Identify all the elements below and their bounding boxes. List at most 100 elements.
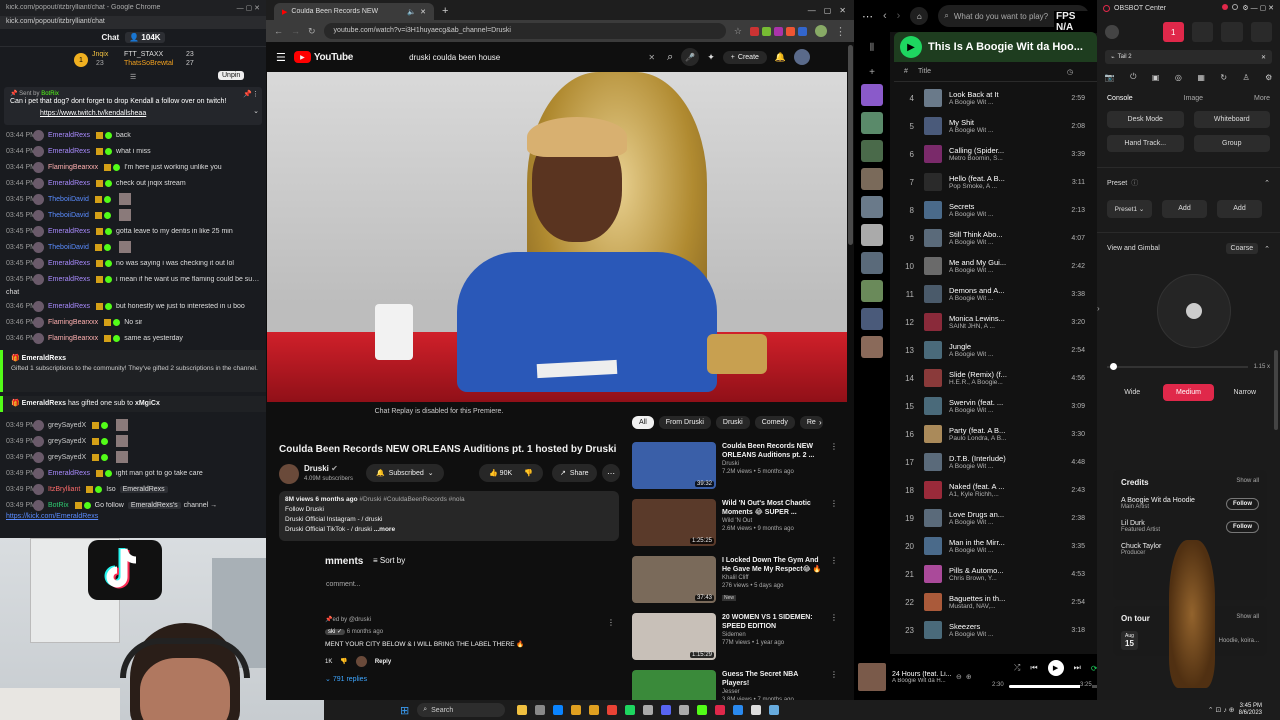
device-slot-1[interactable]: 1	[1162, 22, 1184, 42]
track-row[interactable]: 5 My Shit A Boogie Wit ... 2:08	[894, 112, 1097, 140]
track-artist[interactable]: A Boogie Wit ...	[949, 463, 1013, 470]
track-row[interactable]: 21 Pills & Automo... Chris Brown, Y... 4:53	[894, 560, 1097, 588]
speaker-icon[interactable]: 🔈	[407, 8, 416, 16]
track-artist[interactable]: A Boogie Wit ...	[949, 267, 1013, 274]
track-artist[interactable]: Paulo Londra, A B...	[949, 435, 1013, 442]
gift2-target[interactable]: xMgiCx	[135, 400, 160, 407]
chips-next-icon[interactable]: ›	[819, 418, 822, 427]
comment-author-chip[interactable]: ski ✓	[325, 629, 346, 635]
chat-avatar[interactable]	[33, 225, 44, 237]
chat-username[interactable]: greySayedX	[48, 422, 86, 429]
add-comment-input[interactable]: comment...	[326, 581, 361, 588]
library-cover[interactable]	[861, 308, 883, 330]
rec-channel[interactable]: Druski	[722, 460, 838, 468]
library-cover[interactable]	[861, 224, 883, 246]
track-title[interactable]: D.T.B. (Interlude)	[949, 454, 1013, 463]
chat-username[interactable]: TheboiiDavid	[48, 196, 89, 203]
taskbar-app-icon[interactable]	[751, 705, 762, 715]
channel-avatar[interactable]	[279, 464, 299, 484]
rec-title[interactable]: Wild 'N Out's Most Chaotic Moments 😂 SUP…	[722, 499, 826, 517]
forward-icon[interactable]: ›	[897, 10, 901, 22]
track-artist[interactable]: A Boogie Wit ...	[949, 295, 1013, 302]
chevron-up-icon[interactable]: ⌃	[1264, 245, 1270, 253]
account-avatar[interactable]	[794, 49, 811, 65]
library-cover[interactable]	[861, 84, 883, 106]
replies-toggle[interactable]: ⌄ 791 replies	[325, 675, 367, 683]
track-row[interactable]: 12 Monica Lewins... SAINt JHN, A ... 3:20	[894, 308, 1097, 336]
chat-avatar[interactable]	[33, 332, 44, 344]
track-title[interactable]: Skeezers	[949, 622, 1013, 631]
record-icon[interactable]: ▣	[1152, 73, 1160, 82]
chat-username[interactable]: EmeraldRexs	[48, 148, 90, 155]
track-artist[interactable]: SAINt JHN, A ...	[949, 323, 1013, 330]
library-cover[interactable]	[861, 336, 883, 358]
group-button[interactable]: Group	[1193, 135, 1270, 152]
clear-icon[interactable]: ✕	[648, 53, 655, 62]
now-playing-cover[interactable]	[858, 663, 886, 691]
rec-thumbnail[interactable]: 1:15:29	[632, 613, 716, 660]
track-artist[interactable]: A Boogie Wit ...	[949, 99, 1013, 106]
chat-avatar[interactable]	[33, 129, 44, 141]
track-artist[interactable]: A Boogie Wit ...	[949, 239, 1013, 246]
track-artist[interactable]: A Boogie Wit ...	[949, 127, 1013, 134]
chat-avatar[interactable]	[33, 161, 44, 173]
share-button[interactable]: ↗ Share	[552, 464, 597, 482]
track-title[interactable]: Monica Lewins...	[949, 314, 1013, 323]
back-icon[interactable]: ‹	[883, 10, 887, 22]
recommendation-item[interactable]: 37:43 I Locked Down The Gym And He Gave M…	[632, 556, 838, 608]
plus-circle-icon[interactable]: ⊕	[966, 673, 972, 681]
library-cover[interactable]	[861, 168, 883, 190]
view-narrow-button[interactable]: Narrow	[1220, 384, 1270, 401]
rec-title[interactable]: 20 WOMEN VS 1 SIDEMEN: SPEED EDITION	[722, 613, 826, 631]
chrome-menu-icon[interactable]: ⋮	[835, 25, 846, 38]
recommendation-item[interactable]: 13:21Guess The Secret NBA Players!Jesser…	[632, 670, 838, 700]
windows-start-icon[interactable]: ⊞	[400, 704, 409, 717]
gift2-user[interactable]: EmeraldRexs	[22, 400, 66, 407]
top-user-2[interactable]: FTT_STAXX	[124, 51, 163, 58]
reply-button[interactable]: Reply	[375, 659, 391, 665]
scrollbar[interactable]	[848, 45, 853, 245]
whiteboard-button[interactable]: Whiteboard	[1193, 111, 1270, 128]
add-preset-button[interactable]: Add	[1162, 200, 1207, 218]
rec-channel[interactable]: Wild 'N Out	[722, 517, 838, 525]
mic-icon[interactable]: 🎤	[681, 48, 700, 66]
create-button[interactable]: + Create	[722, 50, 767, 64]
track-artist[interactable]: A Boogie Wit ...	[949, 631, 1013, 638]
more-actions-icon[interactable]: ⋯	[602, 464, 620, 482]
track-title[interactable]: My Shit	[949, 118, 1013, 127]
next-icon[interactable]: ⏭	[1074, 663, 1081, 673]
pinned-link[interactable]: https://www.twitch.tv/kendallsheaa	[40, 110, 146, 117]
rec-thumbnail[interactable]: 13:21	[632, 670, 716, 700]
tray-icons[interactable]: ⌃ ⊡ ♪ ⊕	[1208, 706, 1235, 714]
rec-thumbnail[interactable]: 39:32	[632, 442, 716, 489]
track-artist[interactable]: Chris Brown, Y...	[949, 575, 1013, 582]
scrollbar[interactable]	[1274, 350, 1278, 430]
top-user-1[interactable]: Jnqix	[92, 51, 108, 58]
credit1-name[interactable]: A Boogie Wit da Hoodie	[1121, 497, 1195, 504]
bottom-link[interactable]: https://kick.com/EmeraldRexs	[0, 513, 266, 520]
follow-button[interactable]: Follow	[1226, 520, 1259, 533]
tab-image[interactable]: Image	[1184, 95, 1203, 102]
chat-username[interactable]: FlamingBearxxx	[48, 319, 98, 326]
track-artist[interactable]: Pop Smoke, A ...	[949, 183, 1013, 190]
track-row[interactable]: 14 Slide (Remix) (f... H.E.R., A Boogie...…	[894, 364, 1097, 392]
rec-title[interactable]: Coulda Been Records NEW ORLEANS Audition…	[722, 442, 826, 460]
library-cover[interactable]	[861, 140, 883, 162]
track-artist[interactable]: Metro Boomin, S...	[949, 155, 1013, 162]
rec-more-icon[interactable]: ⋮	[830, 613, 838, 622]
now-playing-artist[interactable]: A Boogie Wit da H...	[892, 678, 952, 684]
new-tab-icon[interactable]: +	[442, 5, 448, 17]
chat-username[interactable]: EmeraldRexs	[48, 132, 90, 139]
device-slot-4[interactable]	[1250, 22, 1273, 42]
track-row[interactable]: 4 Look Back at It A Boogie Wit ... 2:59	[894, 84, 1097, 112]
taskbar-app-icon[interactable]	[733, 705, 744, 715]
reload-icon[interactable]: ↻	[308, 26, 316, 37]
chat-username[interactable]: FlamingBearxxx	[48, 164, 98, 171]
chat-avatar[interactable]	[33, 467, 44, 479]
chat-username[interactable]: EmeraldRexs	[48, 303, 90, 310]
track-row[interactable]: 11 Demons and A... A Boogie Wit ... 3:38	[894, 280, 1097, 308]
video-player[interactable]	[267, 72, 847, 402]
shuffle-icon[interactable]: ⤮	[1014, 663, 1020, 673]
rec-thumbnail[interactable]: 1:25:25	[632, 499, 716, 546]
tab-console[interactable]: Console	[1107, 95, 1133, 102]
